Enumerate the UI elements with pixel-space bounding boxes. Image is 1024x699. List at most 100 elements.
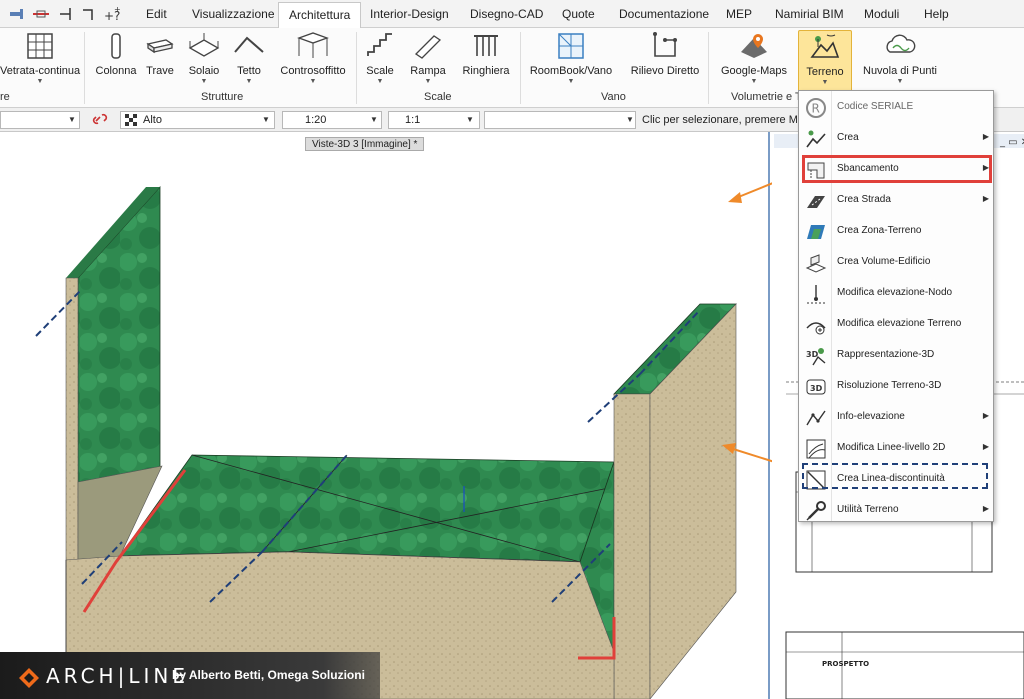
- scale-select[interactable]: 1:20: [282, 111, 382, 129]
- room-plan-icon: [558, 33, 584, 59]
- road-icon: [807, 196, 825, 208]
- terrain-floor: [119, 454, 615, 563]
- chevron-down-icon: ▼: [309, 78, 317, 85]
- submenu-arrow-icon: ▶: [982, 132, 989, 141]
- group-label-strutture: Strutture: [201, 91, 244, 103]
- tab-documentazione[interactable]: Documentazione: [619, 0, 709, 28]
- hatch-select[interactable]: Alto: [120, 111, 275, 129]
- tab-moduli[interactable]: Moduli: [864, 0, 899, 28]
- chevron-down-icon[interactable]: ▼: [262, 111, 270, 129]
- roombook-vano-button[interactable]: RoomBook/Vano ▼: [528, 30, 614, 92]
- help-plus-icon[interactable]: +? +: [104, 5, 122, 23]
- group-separator: [708, 32, 709, 104]
- solaio-button[interactable]: Solaio ▼: [184, 30, 224, 92]
- menu-item-modifica-linee-livello-2d[interactable]: Modifica Linee-livello 2D ▶: [799, 434, 995, 464]
- tab-mep[interactable]: MEP: [726, 0, 752, 28]
- link-icon[interactable]: [92, 111, 108, 129]
- menu-item-modifica-elevazione-terreno[interactable]: Modifica elevazione Terreno: [799, 310, 995, 340]
- colonna-button[interactable]: Colonna: [94, 30, 138, 92]
- terrain-create-icon: [806, 130, 826, 148]
- chevron-down-icon: ▼: [376, 78, 384, 85]
- scale-button[interactable]: Scale ▼: [362, 30, 398, 92]
- node-elevation-icon: [807, 285, 825, 304]
- controsoffitto-button[interactable]: Controsoffitto ▼: [276, 30, 350, 92]
- submenu-arrow-icon: ▶: [982, 411, 989, 420]
- trave-button[interactable]: Trave: [142, 30, 178, 92]
- terrain-model[interactable]: [0, 132, 780, 699]
- chevron-down-icon[interactable]: ▼: [466, 111, 474, 129]
- google-maps-button[interactable]: Google-Maps ▼: [716, 30, 792, 92]
- menu-item-risoluzione-terreno-3d[interactable]: 3D Risoluzione Terreno-3D: [799, 372, 995, 402]
- quick-access-toolbar: +? +: [8, 4, 122, 24]
- window-controls-icon[interactable]: _ ▭ ✕: [999, 137, 1024, 148]
- group-separator: [84, 32, 85, 104]
- chevron-down-icon: ▼: [821, 79, 829, 86]
- group-separator: [356, 32, 357, 104]
- svg-text:+: +: [114, 6, 121, 14]
- byline: by Alberto Betti, Omega Soluzioni: [172, 668, 365, 682]
- tab-namirial-bim[interactable]: Namirial BIM: [775, 0, 844, 28]
- cursor-tool-icon[interactable]: [56, 6, 74, 22]
- ramp-icon: [414, 35, 442, 59]
- right-wall-front: [613, 393, 651, 699]
- menu-item-crea-strada[interactable]: Crea Strada ▶: [799, 186, 995, 216]
- info-elevation-icon: [806, 410, 826, 426]
- wall-tool-icon[interactable]: [8, 6, 26, 22]
- terrain-zone-icon: [807, 225, 825, 239]
- text-input[interactable]: [484, 111, 636, 129]
- submenu-arrow-icon: ▶: [982, 442, 989, 451]
- menu-item-info-elevazione[interactable]: Info-elevazione ▶: [799, 403, 995, 433]
- roof-icon: [234, 36, 264, 53]
- ringhiera-button[interactable]: Ringhiera: [460, 30, 512, 92]
- svg-text:R: R: [812, 102, 820, 116]
- sbancamento-highlight-box: [802, 155, 992, 183]
- menu-item-crea[interactable]: Crea ▶: [799, 124, 995, 154]
- railing-icon: [474, 35, 498, 56]
- rampa-button[interactable]: Rampa ▼: [408, 30, 448, 92]
- chevron-down-icon: ▼: [200, 78, 208, 85]
- group-label-vano: Vano: [601, 91, 626, 103]
- ceiling-icon: [297, 32, 329, 58]
- group-separator: [520, 32, 521, 104]
- group-label-scale: Scale: [424, 91, 452, 103]
- submenu-arrow-icon: ▶: [982, 504, 989, 513]
- nuvola-di-punti-button[interactable]: Nuvola di Punti ▼: [860, 30, 940, 92]
- terrain-icon: [810, 34, 840, 58]
- menu-item-crea-zona-terreno[interactable]: Crea Zona-Terreno: [799, 217, 995, 247]
- tab-quote[interactable]: Quote: [562, 0, 595, 28]
- svg-text:3D: 3D: [810, 384, 823, 393]
- rilievo-diretto-button[interactable]: Rilievo Diretto: [628, 30, 702, 92]
- tab-interior-design[interactable]: Interior-Design: [370, 0, 449, 28]
- tab-help[interactable]: Help: [924, 0, 949, 28]
- terreno-button[interactable]: Terreno ▼: [798, 30, 852, 92]
- ratio-value: 1:1: [405, 114, 421, 126]
- callout-arrowhead: [728, 192, 742, 203]
- status-hint: Clic per selezionare, premere Maiusc: [642, 114, 797, 126]
- menu-item-crea-volume-edificio[interactable]: Crea Volume-Edificio: [799, 248, 995, 278]
- terrain-utility-icon: [806, 501, 826, 521]
- beam-icon: [146, 39, 174, 54]
- tetto-button[interactable]: Tetto ▼: [230, 30, 268, 92]
- tab-edit[interactable]: Edit: [146, 0, 167, 28]
- menu-item-codice-seriale[interactable]: R Codice SERIALE: [799, 93, 995, 123]
- archline-logo-icon: [19, 668, 39, 688]
- survey-icon: [653, 32, 677, 57]
- menu-item-rappresentazione-3d[interactable]: 3D Rappresentazione-3D: [799, 341, 995, 371]
- building-volume-icon: [805, 254, 827, 273]
- svg-text:3D: 3D: [806, 350, 819, 359]
- tab-visualizzazione[interactable]: Visualizzazione: [192, 0, 275, 28]
- tab-disegno-cad[interactable]: Disegno-CAD: [470, 0, 543, 28]
- menu-item-modifica-elevazione-nodo[interactable]: Modifica elevazione-Nodo: [799, 279, 995, 309]
- chevron-down-icon[interactable]: ▼: [68, 111, 76, 129]
- registered-icon: R: [806, 98, 826, 118]
- tab-architettura[interactable]: Architettura: [278, 2, 362, 29]
- archline-logo: ARCH|LINE: [46, 664, 189, 688]
- snap-tool-icon[interactable]: [80, 6, 98, 22]
- vetrata-continua-button[interactable]: Vetrata-continua ▼: [0, 30, 80, 92]
- point-cloud-icon: [886, 34, 916, 53]
- menu-item-utilita-terreno[interactable]: Utilità Terreno ▶: [799, 496, 995, 526]
- chevron-down-icon[interactable]: ▼: [626, 111, 634, 129]
- sheet-label: PROSPETTO: [822, 660, 870, 668]
- line-tool-icon[interactable]: [32, 6, 50, 22]
- chevron-down-icon[interactable]: ▼: [370, 111, 378, 129]
